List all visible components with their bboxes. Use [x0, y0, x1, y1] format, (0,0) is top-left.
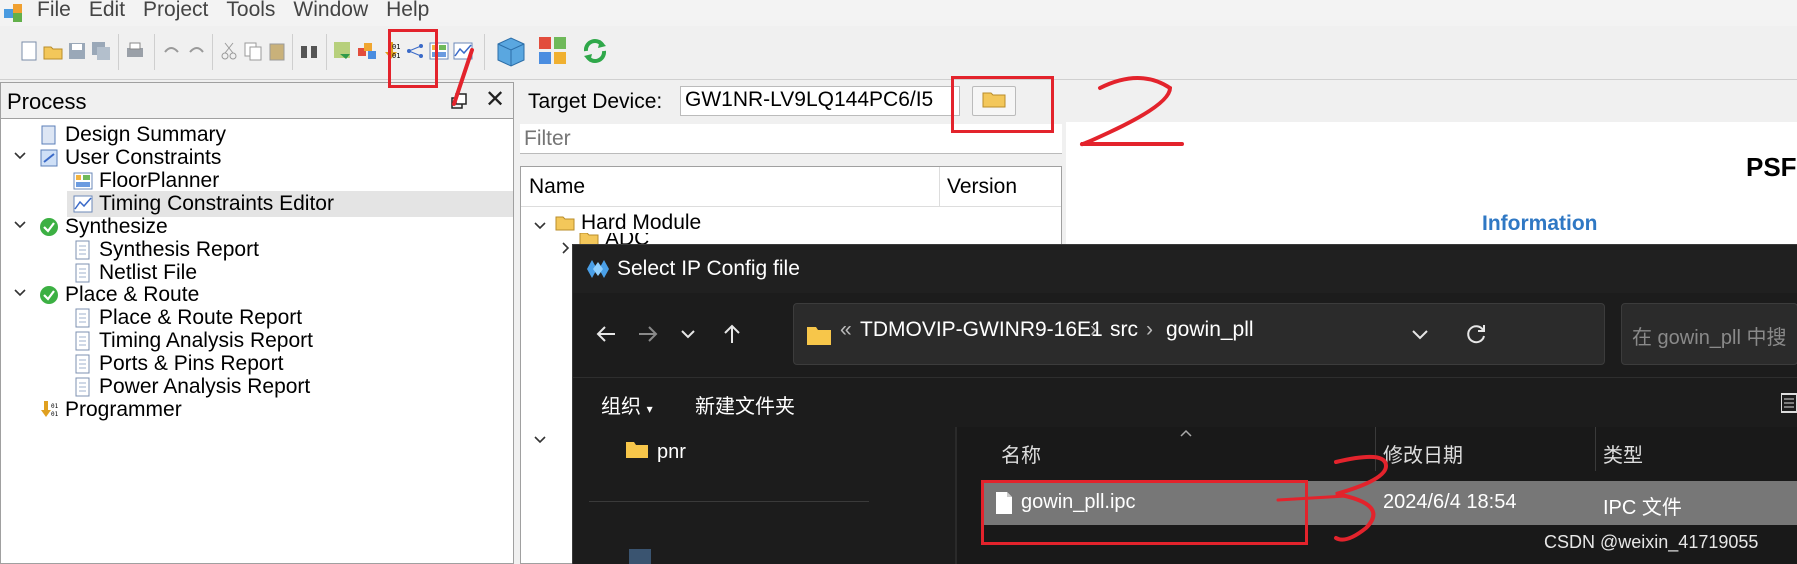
info-panel-title: PSF [1746, 152, 1797, 182]
dialog-titlebar: Select IP Config file [573, 245, 1797, 293]
view-options-icon[interactable] [1780, 392, 1797, 419]
undo-icon[interactable] [160, 40, 182, 62]
copy-icon[interactable] [242, 40, 264, 62]
find-icon[interactable] [298, 40, 320, 62]
information-heading: Information [1482, 212, 1598, 235]
process-title: Process [7, 89, 87, 114]
new-folder-button[interactable]: 新建文件夹 [695, 390, 795, 419]
annotation-box-3 [981, 480, 1308, 545]
document-icon [39, 125, 59, 145]
process-panel: Process ✕ Design Summary User Constraint… [0, 82, 514, 564]
nav-item-partial-icon [629, 549, 651, 564]
folder-icon [555, 213, 575, 233]
menu-tools[interactable]: Tools [217, 0, 284, 22]
ip-generator-icon[interactable] [332, 40, 354, 62]
print-icon[interactable] [124, 40, 146, 62]
watermark: CSDN @weixin_41719055 [1544, 532, 1759, 552]
dialog-navigation: « TDMOVIP-GWINR9-16E1 › src › gowin_pll … [573, 293, 1797, 377]
breadcrumb-gowin-pll[interactable]: gowin_pll [1166, 318, 1254, 342]
annotation-number-3 [1276, 454, 1389, 542]
column-type[interactable]: 类型 [1603, 439, 1643, 468]
document-icon [73, 263, 93, 283]
up-arrow-icon[interactable] [717, 319, 747, 349]
target-device-label: Target Device: [528, 90, 663, 113]
cut-icon[interactable] [218, 40, 240, 62]
column-version[interactable]: Version [947, 175, 1017, 199]
annotation-number-2 [1079, 76, 1184, 147]
programmer-icon: 01 01 [39, 400, 59, 420]
breadcrumb-separator-icon: › [1146, 318, 1153, 341]
process-header: Process ✕ [1, 83, 513, 119]
run-all-icon[interactable] [536, 34, 570, 68]
document-icon [73, 377, 93, 397]
file-date: 2024/6/4 18:54 [1383, 491, 1517, 513]
save-icon[interactable] [66, 40, 88, 62]
column-name[interactable]: Name [529, 175, 585, 199]
breadcrumb-overflow[interactable]: « [840, 318, 852, 342]
redo-icon[interactable] [186, 40, 208, 62]
dialog-nav-pane: pnr [573, 427, 955, 564]
annotation-box-2 [951, 76, 1054, 133]
timing-editor-icon [73, 194, 93, 214]
document-icon [73, 354, 93, 374]
menu-edit[interactable]: Edit [80, 0, 134, 22]
breadcrumb-separator-icon: › [1090, 318, 1097, 341]
menu-project[interactable]: Project [134, 0, 217, 22]
close-panel-icon[interactable]: ✕ [485, 87, 505, 113]
gowin-logo-icon [585, 257, 611, 281]
toolbar: 01 01 [0, 26, 1797, 80]
address-bar[interactable]: « TDMOVIP-GWINR9-16E1 › src › gowin_pll [793, 303, 1605, 365]
organize-menu[interactable]: 组织 ▾ [601, 390, 653, 419]
chevron-down-icon[interactable] [11, 216, 29, 234]
folder-icon [806, 324, 832, 346]
floorplanner-icon [73, 171, 93, 191]
chevron-down-icon[interactable] [11, 284, 29, 302]
svg-text:01: 01 [51, 411, 59, 418]
breadcrumb-src[interactable]: src [1110, 318, 1138, 342]
chevron-down-icon[interactable] [531, 217, 549, 235]
menu-help[interactable]: Help [377, 0, 438, 22]
address-history-chevron-icon[interactable] [1410, 324, 1430, 349]
dialog-command-bar: 组织 ▾ 新建文件夹 [573, 377, 1797, 427]
target-device-field[interactable]: GW1NR-LV9LQ144PC6/I5 [680, 86, 960, 116]
back-arrow-icon[interactable] [591, 319, 621, 349]
refresh-icon[interactable] [578, 34, 612, 68]
document-icon [73, 308, 93, 328]
refresh-icon[interactable] [1464, 322, 1488, 351]
ip-tree-item-hard-module[interactable]: Hard Module [555, 211, 701, 235]
chevron-down-icon[interactable] [531, 431, 549, 449]
annotation-box-1 [388, 29, 438, 88]
save-all-icon[interactable] [90, 40, 112, 62]
open-folder-icon[interactable] [42, 40, 64, 62]
ip-tree-header: Name Version [521, 167, 1061, 207]
device-box-icon[interactable] [494, 34, 528, 68]
column-name[interactable]: 名称 [1001, 439, 1041, 468]
annotation-number-1 [452, 48, 474, 106]
dialog-title: Select IP Config file [617, 257, 800, 280]
svg-text:01: 01 [51, 403, 59, 410]
gowin-app-icon [0, 0, 28, 26]
tree-item-programmer[interactable]: 01 01 Programmer [39, 397, 182, 423]
menu-bar: File Edit Project Tools Window Help [0, 0, 1797, 26]
nav-divider [589, 501, 869, 502]
ip-core-icon[interactable] [356, 40, 378, 62]
menu-window[interactable]: Window [284, 0, 377, 22]
chevron-down-icon[interactable] [11, 147, 29, 165]
folder-icon [625, 439, 649, 465]
breadcrumb-project[interactable]: TDMOVIP-GWINR9-16E1 [860, 318, 1103, 342]
document-icon [73, 331, 93, 351]
sort-ascending-icon [1179, 425, 1193, 443]
recent-chevron-icon[interactable] [673, 319, 703, 349]
nav-item-pnr[interactable]: pnr [625, 439, 686, 465]
menu-file[interactable]: File [28, 0, 80, 22]
constraints-icon [39, 148, 59, 168]
paste-icon[interactable] [266, 40, 288, 62]
file-type: IPC 文件 [1603, 497, 1682, 519]
new-file-icon[interactable] [18, 40, 40, 62]
document-icon [73, 240, 93, 260]
check-circle-icon [39, 285, 59, 305]
forward-arrow-icon[interactable] [633, 319, 663, 349]
folder-search-input[interactable]: 在 gowin_pll 中搜 [1621, 303, 1797, 365]
check-circle-icon [39, 217, 59, 237]
